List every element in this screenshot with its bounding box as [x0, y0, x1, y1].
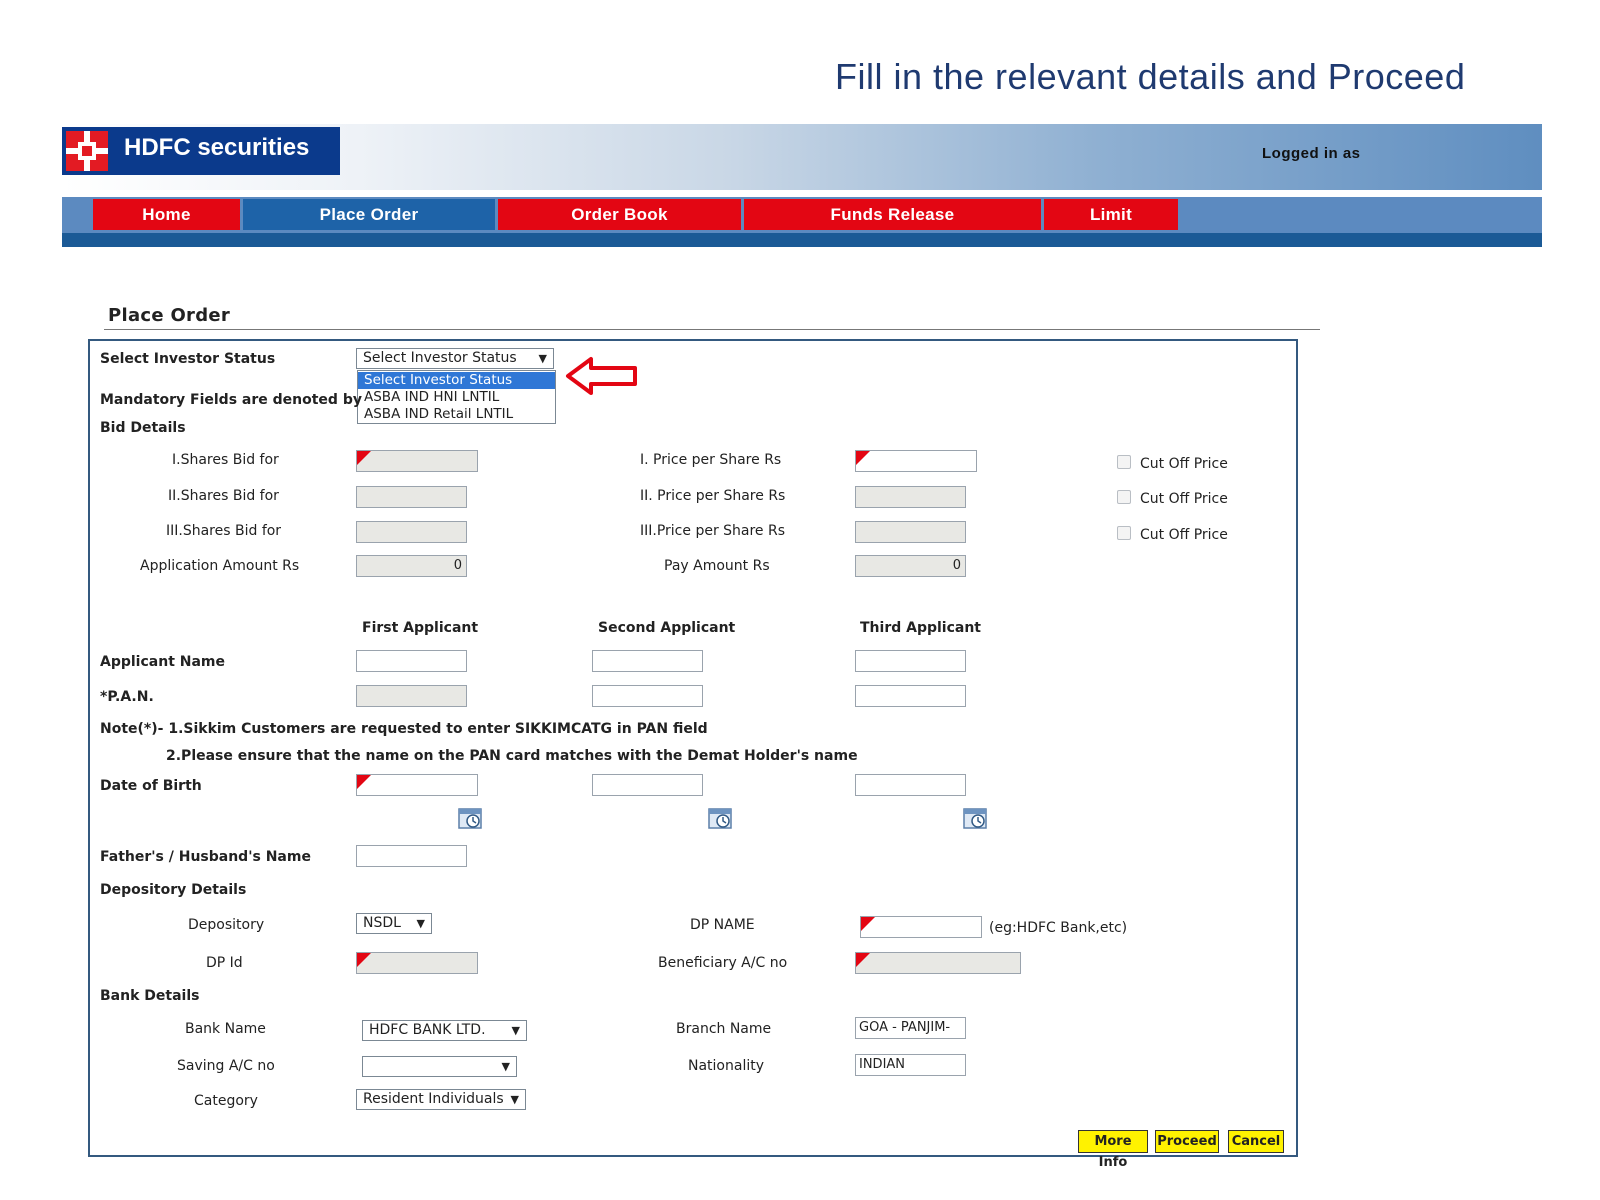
- dp-name-hint: (eg:HDFC Bank,etc): [989, 920, 1128, 936]
- branch-name-label: Branch Name: [676, 1021, 772, 1037]
- pay-amount-label: Pay Amount Rs: [664, 558, 770, 574]
- shares-bid-3-input[interactable]: [356, 521, 467, 543]
- shares-bid-2-label: II.Shares Bid for: [168, 488, 279, 504]
- brand-name: HDFC securities: [124, 134, 310, 161]
- hdfc-logo-icon: [66, 131, 108, 171]
- red-arrow-icon: [566, 357, 637, 395]
- mandatory-note: Mandatory Fields are denoted by: [100, 392, 362, 408]
- pan-3-input[interactable]: [855, 685, 966, 707]
- saving-ac-select[interactable]: ▼: [362, 1056, 517, 1077]
- nav-home[interactable]: Home: [93, 199, 240, 230]
- application-amount-label: Application Amount Rs: [140, 558, 300, 574]
- bank-name-label: Bank Name: [185, 1021, 266, 1037]
- bank-name-value: HDFC BANK LTD.: [369, 1022, 486, 1038]
- category-label: Category: [194, 1093, 258, 1109]
- price-3-label: III.Price per Share Rs: [640, 523, 786, 539]
- nationality-label: Nationality: [688, 1058, 765, 1074]
- father-husband-input[interactable]: [356, 845, 467, 867]
- investor-status-select[interactable]: Select Investor Status ▼: [356, 348, 554, 369]
- dob-1-input[interactable]: [356, 774, 478, 796]
- price-2-input[interactable]: [855, 486, 966, 508]
- application-amount-field: 0: [356, 555, 467, 577]
- cancel-button[interactable]: Cancel: [1228, 1130, 1284, 1153]
- shares-bid-1-input[interactable]: [356, 450, 478, 472]
- nav-funds-release[interactable]: Funds Release: [744, 199, 1041, 230]
- beneficiary-input[interactable]: [855, 952, 1021, 974]
- chevron-down-icon: ▼: [538, 352, 547, 365]
- cutoff-1-checkbox[interactable]: [1117, 455, 1131, 469]
- bank-name-select[interactable]: HDFC BANK LTD. ▼: [362, 1020, 527, 1041]
- dob-2-input[interactable]: [592, 774, 703, 796]
- dp-name-label: DP NAME: [690, 917, 755, 933]
- applicant-name-1-input[interactable]: [356, 650, 467, 672]
- shares-bid-3-label: III.Shares Bid for: [166, 523, 282, 539]
- nationality-field[interactable]: INDIAN: [855, 1054, 966, 1076]
- nav-order-book[interactable]: Order Book: [498, 199, 741, 230]
- depository-select[interactable]: NSDL ▼: [356, 913, 432, 934]
- category-value: Resident Individuals: [363, 1091, 504, 1107]
- depository-heading: Depository Details: [100, 882, 247, 898]
- calendar-icon[interactable]: [458, 806, 484, 830]
- category-select[interactable]: Resident Individuals ▼: [356, 1089, 526, 1110]
- price-3-input[interactable]: [855, 521, 966, 543]
- price-1-label: I. Price per Share Rs: [640, 452, 782, 468]
- chevron-down-icon: ▼: [510, 1093, 519, 1106]
- nav-place-order[interactable]: Place Order: [243, 199, 495, 230]
- instruction-headline: Fill in the relevant details and Proceed: [835, 56, 1466, 97]
- chevron-down-icon: ▼: [501, 1060, 510, 1073]
- pan-note-2: 2.Please ensure that the name on the PAN…: [166, 748, 858, 764]
- bank-details-heading: Bank Details: [100, 988, 200, 1004]
- calendar-icon[interactable]: [708, 806, 734, 830]
- cutoff-2-label: Cut Off Price: [1140, 491, 1228, 507]
- branch-name-field[interactable]: GOA - PANJIM-: [855, 1017, 966, 1039]
- pan-note-1: Note(*)- 1.Sikkim Customers are requeste…: [100, 721, 708, 737]
- shares-bid-1-label: I.Shares Bid for: [172, 452, 279, 468]
- title-divider: [104, 329, 1320, 330]
- depository-label: Depository: [188, 917, 265, 933]
- page-title: Place Order: [108, 305, 231, 326]
- pan-1-input[interactable]: [356, 685, 467, 707]
- investor-status-value: Select Investor Status: [363, 350, 517, 366]
- cutoff-3-label: Cut Off Price: [1140, 527, 1228, 543]
- bid-details-heading: Bid Details: [100, 420, 186, 436]
- pan-label: *P.A.N.: [100, 689, 154, 705]
- nav-underline: [62, 233, 1542, 247]
- more-info-button[interactable]: More Info: [1078, 1130, 1148, 1170]
- pay-amount-field: 0: [855, 555, 966, 577]
- calendar-icon[interactable]: [963, 806, 989, 830]
- option-select-investor-status[interactable]: Select Investor Status: [358, 372, 555, 389]
- dp-id-input[interactable]: [356, 952, 478, 974]
- pan-2-input[interactable]: [592, 685, 703, 707]
- dob-3-input[interactable]: [855, 774, 966, 796]
- dp-id-label: DP Id: [206, 955, 243, 971]
- investor-status-label: Select Investor Status: [100, 351, 276, 367]
- first-applicant-heading: First Applicant: [362, 620, 479, 636]
- price-2-label: II. Price per Share Rs: [640, 488, 786, 504]
- logged-in-label: Logged in as: [1262, 145, 1361, 162]
- nav-limit[interactable]: Limit: [1044, 199, 1178, 230]
- beneficiary-label: Beneficiary A/C no: [658, 955, 788, 971]
- cutoff-2-checkbox[interactable]: [1117, 490, 1131, 504]
- saving-ac-label: Saving A/C no: [177, 1058, 275, 1074]
- dp-name-input[interactable]: [860, 916, 982, 938]
- chevron-down-icon: ▼: [416, 917, 425, 930]
- second-applicant-heading: Second Applicant: [598, 620, 736, 636]
- applicant-name-label: Applicant Name: [100, 654, 226, 670]
- depository-value: NSDL: [363, 915, 401, 931]
- applicant-name-2-input[interactable]: [592, 650, 703, 672]
- price-1-input[interactable]: [855, 450, 977, 472]
- shares-bid-2-input[interactable]: [356, 486, 467, 508]
- third-applicant-heading: Third Applicant: [860, 620, 981, 636]
- chevron-down-icon: ▼: [511, 1024, 520, 1037]
- dob-label: Date of Birth: [100, 778, 202, 794]
- option-asba-hni[interactable]: ASBA IND HNI LNTIL: [358, 389, 555, 406]
- proceed-button[interactable]: Proceed: [1155, 1130, 1219, 1153]
- investor-status-options: Select Investor Status ASBA IND HNI LNTI…: [357, 370, 556, 424]
- cutoff-1-label: Cut Off Price: [1140, 456, 1228, 472]
- applicant-name-3-input[interactable]: [855, 650, 966, 672]
- cutoff-3-checkbox[interactable]: [1117, 526, 1131, 540]
- father-husband-label: Father's / Husband's Name: [100, 849, 311, 865]
- option-asba-retail[interactable]: ASBA IND Retail LNTIL: [358, 406, 555, 423]
